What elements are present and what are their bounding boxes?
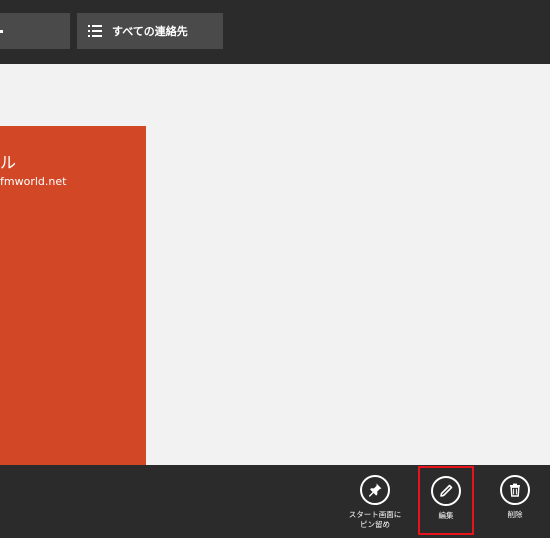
back-nav-button[interactable] <box>0 13 70 49</box>
contact-content-area: ル fmworld.net <box>0 64 550 465</box>
pin-to-start-button[interactable]: スタート画面に ピン留め <box>345 465 405 538</box>
delete-label: 削除 <box>507 510 523 519</box>
all-contacts-label: すべての連絡先 <box>112 25 188 38</box>
trash-icon <box>500 475 530 505</box>
top-app-bar: すべての連絡先 <box>0 0 550 64</box>
pin-label: スタート画面に ピン留め <box>348 510 402 529</box>
edit-button[interactable]: 編集 <box>418 466 474 535</box>
contact-tile[interactable]: ル fmworld.net <box>0 126 146 465</box>
nav-icon-fragment <box>0 29 3 33</box>
edit-label: 編集 <box>438 511 454 520</box>
contact-email[interactable]: fmworld.net <box>0 175 66 188</box>
pin-icon <box>360 475 390 505</box>
all-contacts-button[interactable]: すべての連絡先 <box>77 13 223 49</box>
bottom-app-bar: スタート画面に ピン留め 編集 削除 <box>0 465 550 538</box>
contact-name: ル <box>0 153 17 172</box>
list-icon <box>88 24 102 38</box>
delete-button[interactable]: 削除 <box>490 465 540 538</box>
pencil-icon <box>431 476 461 506</box>
